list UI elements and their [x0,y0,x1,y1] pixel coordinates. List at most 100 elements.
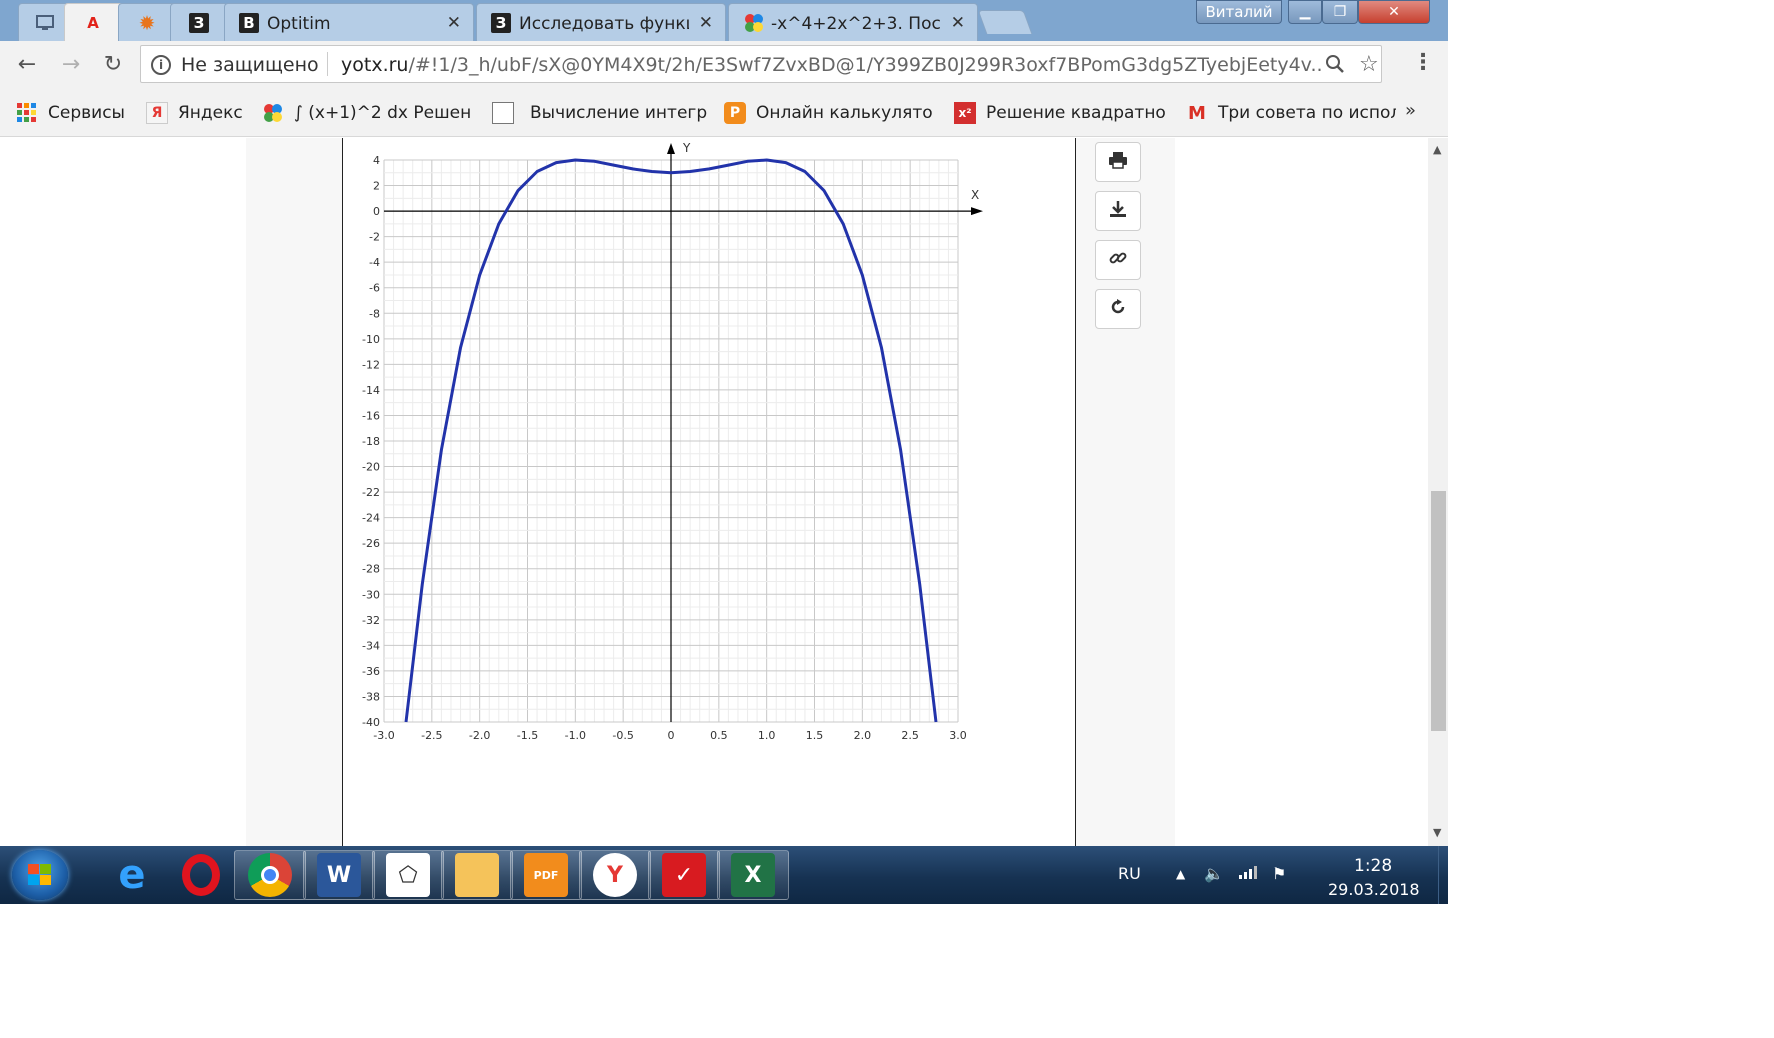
taskbar-file-explorer-button[interactable] [441,850,513,900]
maximize-button[interactable]: ❐ [1322,0,1358,24]
reload-icon[interactable]: ↻ [100,51,126,77]
taskbar-internet-explorer-button[interactable]: e [96,850,168,900]
taskbar-chrome-button[interactable] [234,850,306,900]
taskbar-geogebra-button[interactable]: ⬠ [372,850,444,900]
user-profile-button[interactable]: Виталий [1196,0,1282,24]
tray-expand-icon[interactable]: ▲ [1176,867,1185,881]
tab-plot[interactable]: -x^4+2x^2+3. Построи ✕ [728,3,978,41]
url-text[interactable]: yotx.ru/#!1/3_h/ubF/sX@0YM4X9t/2h/E3Swf7… [341,54,1323,76]
bookmarks-more-button[interactable]: » [1405,100,1416,121]
language-indicator[interactable]: RU [1118,864,1141,883]
taskbar-excel-button[interactable]: X [717,850,789,900]
bookmark-label: ∫ (x+1)^2 dx Решени [294,103,472,123]
forward-arrow-icon[interactable]: → [58,51,84,77]
taskbar-pdf-button[interactable]: PDF [510,850,582,900]
y-tick-label: 2 [373,180,380,193]
x-tick-label: -2.0 [469,729,490,742]
y-tick-label: -10 [362,333,380,346]
action-center-flag-icon[interactable]: ⚑ [1272,864,1286,883]
clock-date[interactable]: 29.03.2018 [1328,880,1420,899]
bookmark-label: Онлайн калькулятор [756,103,934,123]
close-icon[interactable]: ✕ [951,13,965,33]
bookmark-label: Решение квадратно [986,103,1166,123]
bookmark-services[interactable]: Сервисы [16,101,126,125]
scrollbar[interactable]: ▲ ▼ [1428,138,1448,846]
menu-icon[interactable]: ⋮ [1412,50,1434,75]
yandex-icon: Я [146,102,168,124]
show-desktop-button[interactable] [1438,846,1448,904]
bookmark-label: Сервисы [48,103,125,123]
y-tick-label: -36 [362,665,380,678]
print-button[interactable] [1095,142,1141,182]
link-button[interactable] [1095,240,1141,280]
info-icon[interactable]: i [151,55,171,75]
tab-title: -x^4+2x^2+3. Построи [771,14,941,34]
network-signal-icon[interactable] [1238,864,1258,884]
download-button[interactable] [1095,191,1141,231]
apps-grid-icon [16,102,38,124]
minimize-button[interactable]: ▁ [1288,0,1322,24]
y-tick-label: -8 [369,307,380,320]
x-tick-label: 1.0 [758,729,776,742]
signature-app-icon: ✓ [662,853,706,897]
volume-icon[interactable]: 🔈 [1204,864,1224,883]
bookmark-integral-solution[interactable]: ∫ (x+1)^2 dx Решени [262,101,472,125]
chrome-icon [248,853,292,897]
security-label[interactable]: Не защищено [181,54,319,76]
tv-icon [35,13,55,33]
back-arrow-icon[interactable]: ← [14,51,40,77]
y-axis-label: Y [682,141,691,155]
y-tick-label: -22 [362,486,380,499]
pdf-icon: PDF [524,853,568,897]
taskbar-yandex-browser-button[interactable]: Y [579,850,651,900]
download-icon [1109,200,1127,222]
y-tick-label: -30 [362,588,380,601]
y-tick-label: -40 [362,716,380,729]
y-tick-label: -34 [362,639,380,652]
opera-icon [179,853,223,897]
new-tab-button[interactable] [977,10,1033,34]
page-content: Y X -3.0 -2.5 -2.0 -1.5 -1.0 -0.5 0 0.5 1.0 1.5 2.0 2… [0,138,1428,846]
zoom-icon[interactable] [1325,54,1345,79]
y-tick-label: 0 [373,205,380,218]
tab-research-function[interactable]: З Исследовать функцию ✕ [476,3,726,41]
taskbar-signature-app-button[interactable]: ✓ [648,850,720,900]
screen: A ✹ З B Optitim ✕ З Исследовать функцию … [0,0,1448,904]
word-icon: W [317,853,361,897]
file-explorer-icon [455,853,499,897]
tab-pinned-sun[interactable]: ✹ [118,3,176,41]
bookmark-quadratic[interactable]: x² Решение квадратно [954,101,1166,125]
y-tick-label: 4 [373,154,380,167]
close-window-button[interactable]: ✕ [1358,0,1430,24]
share-button[interactable] [1095,289,1141,329]
colored-circles-icon [743,13,763,33]
start-button[interactable] [12,850,68,900]
browser-toolbar: ← → ↻ i Не защищено yotx.ru/#!1/3_h/ubF/… [0,41,1448,87]
x-tick-label: 0 [668,729,675,742]
colored-circles-icon [262,102,284,124]
scroll-thumb[interactable] [1431,491,1446,731]
y-tick-label: -14 [362,384,380,397]
x-tick-label: 2.5 [901,729,919,742]
x-tick-label: 3.0 [949,729,967,742]
tab-pinned-alpha[interactable]: A [64,3,124,42]
close-icon[interactable]: ✕ [699,13,713,33]
bookmark-yandex[interactable]: Я Яндекс [146,101,246,125]
bookmark-online-calculator[interactable]: P Онлайн калькулятор [724,101,934,125]
scroll-up-arrow-icon[interactable]: ▲ [1433,143,1441,156]
function-graph: Y X -3.0 -2.5 -2.0 -1.5 -1.0 -0.5 0 0.5 1.0 1.5 2.0 2… [362,141,983,742]
bookmark-three-tips[interactable]: M Три совета по испол [1186,101,1396,125]
bookmark-integral-calc[interactable]: Вычисление интегра [492,101,708,125]
sun-icon: ✹ [138,11,156,35]
taskbar-opera-button[interactable] [165,850,237,900]
clock-time[interactable]: 1:28 [1354,856,1392,876]
y-tick-label: -20 [362,461,380,474]
bookmark-star-icon[interactable]: ☆ [1359,52,1379,77]
close-icon[interactable]: ✕ [447,13,461,33]
scroll-down-arrow-icon[interactable]: ▼ [1433,826,1441,839]
x-tick-label: -0.5 [612,729,633,742]
taskbar-word-button[interactable]: W [303,850,375,900]
tab-pinned-z[interactable]: З [170,3,228,41]
tab-optitim[interactable]: B Optitim ✕ [224,3,474,41]
address-bar[interactable]: i Не защищено yotx.ru/#!1/3_h/ubF/sX@0YM… [140,45,1382,83]
